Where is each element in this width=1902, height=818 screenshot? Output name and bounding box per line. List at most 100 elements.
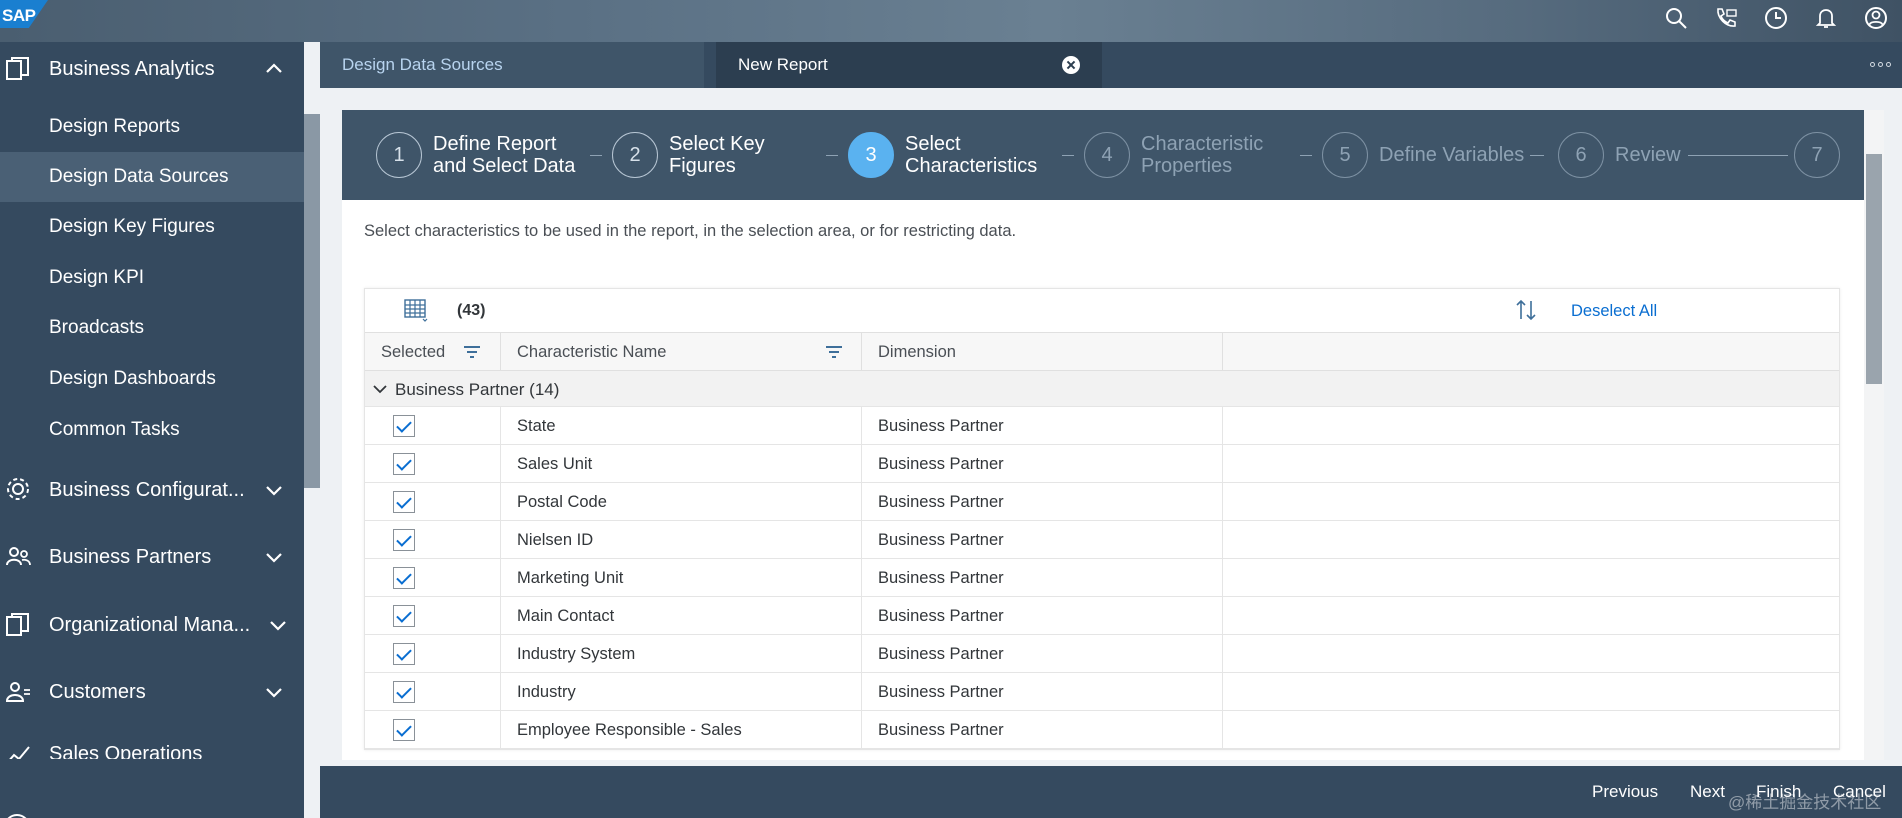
table-row[interactable]: Main Contact Business Partner: [365, 597, 1839, 635]
row-checkbox[interactable]: [393, 567, 415, 589]
selected-cell: [365, 711, 501, 749]
step-label: Review: [1615, 144, 1681, 166]
dimension-cell: Business Partner: [862, 597, 1223, 635]
wizard-step-6[interactable]: 6 Review: [1558, 132, 1681, 178]
next-button[interactable]: Next: [1690, 782, 1725, 802]
row-checkbox[interactable]: [393, 719, 415, 741]
configuration-icon: [7, 478, 29, 500]
name-cell: Sales Unit: [501, 445, 862, 483]
sap-logo[interactable]: SAP: [0, 0, 48, 28]
tab-bar: Design Data Sources New Report: [320, 42, 1902, 88]
row-checkbox[interactable]: [393, 643, 415, 665]
shell-bar: SAP: [0, 0, 1902, 42]
row-checkbox[interactable]: [393, 415, 415, 437]
sidebar-item-design-key-figures[interactable]: Design Key Figures: [0, 202, 304, 252]
filter-icon[interactable]: [463, 345, 481, 359]
table-row[interactable]: Postal Code Business Partner: [365, 483, 1839, 521]
tab-new-report[interactable]: New Report: [716, 42, 1102, 88]
chevron-down-icon[interactable]: [264, 547, 284, 567]
table-row[interactable]: Nielsen ID Business Partner: [365, 521, 1839, 559]
tab-design-data-sources[interactable]: Design Data Sources: [320, 42, 704, 88]
group-row-business-partner[interactable]: Business Partner (14): [365, 371, 1839, 407]
chevron-down-icon[interactable]: [373, 383, 387, 395]
row-checkbox[interactable]: [393, 681, 415, 703]
previous-button[interactable]: Previous: [1592, 782, 1658, 802]
nav-group-business-analytics[interactable]: Business Analytics: [0, 44, 304, 94]
dimension-cell: Business Partner: [862, 559, 1223, 597]
customers-icon: [5, 682, 30, 702]
row-checkbox[interactable]: [393, 453, 415, 475]
dimension-cell: Business Partner: [862, 445, 1223, 483]
name-cell: Industry: [501, 673, 862, 711]
sidebar-item-design-dashboards[interactable]: Design Dashboards: [0, 354, 304, 404]
sidebar-item-common-tasks[interactable]: Common Tasks: [0, 405, 304, 455]
table-row[interactable]: Industry System Business Partner: [365, 635, 1839, 673]
table-row[interactable]: Industry Business Partner: [365, 673, 1839, 711]
dimension-cell: Business Partner: [862, 483, 1223, 521]
chevron-down-icon[interactable]: [268, 615, 288, 635]
table-row[interactable]: State Business Partner: [365, 407, 1839, 445]
more-options-icon[interactable]: [1870, 62, 1892, 70]
name-cell: Employee Responsible - Sales: [501, 711, 862, 749]
deselect-all-button[interactable]: Deselect All: [1571, 302, 1657, 321]
chevron-down-icon[interactable]: [264, 682, 284, 702]
step-number: 7: [1794, 132, 1840, 178]
nav-group-sales-operations[interactable]: Sales Operations: [0, 733, 304, 759]
search-icon[interactable]: [1662, 4, 1690, 32]
sidebar-item-label: Broadcasts: [49, 317, 145, 338]
nav-group-label: Business Configurat...: [49, 478, 245, 501]
nav-group-business-partners[interactable]: Business Partners: [0, 532, 304, 582]
sidebar-item-design-data-sources[interactable]: Design Data Sources: [0, 152, 304, 202]
name-cell: Industry System: [501, 635, 862, 673]
selected-cell: [365, 635, 501, 673]
table-row[interactable]: Sales Unit Business Partner: [365, 445, 1839, 483]
chevron-down-icon[interactable]: [264, 480, 284, 500]
sidebar-item-design-reports[interactable]: Design Reports: [0, 102, 304, 152]
wizard-step-4[interactable]: 4 Characteristic Properties: [1084, 132, 1263, 178]
wizard-step-3[interactable]: 3 Select Characteristics: [848, 132, 1037, 178]
partners-icon: [6, 547, 31, 566]
sidebar-scrollbar[interactable]: [304, 114, 320, 488]
sidebar-item-label: Design KPI: [49, 267, 145, 288]
step-number: 4: [1084, 132, 1130, 178]
step-number: 6: [1558, 132, 1604, 178]
user-icon[interactable]: [1862, 4, 1890, 32]
collapse-navigation-icon[interactable]: [2, 812, 32, 818]
wizard-step-7[interactable]: 7: [1794, 132, 1840, 178]
column-header-dimension[interactable]: Dimension: [862, 333, 1223, 371]
column-header-selected[interactable]: Selected: [365, 333, 501, 371]
close-tab-icon[interactable]: [1062, 56, 1080, 74]
panel-scrollbar-thumb[interactable]: [1866, 154, 1882, 384]
bell-icon[interactable]: [1812, 4, 1840, 32]
row-checkbox[interactable]: [393, 491, 415, 513]
row-checkbox[interactable]: [393, 605, 415, 627]
characteristics-table: (43) Deselect All Selected Characteristi…: [364, 288, 1840, 750]
sidebar-item-design-kpi[interactable]: Design KPI: [0, 253, 304, 303]
sidebar-item-broadcasts[interactable]: Broadcasts: [0, 303, 304, 353]
footer-toolbar: Previous Next Finish Cancel: [320, 766, 1902, 818]
row-checkbox[interactable]: [393, 529, 415, 551]
name-cell: Main Contact: [501, 597, 862, 635]
table-row[interactable]: Marketing Unit Business Partner: [365, 559, 1839, 597]
chevron-up-icon[interactable]: [264, 59, 284, 79]
nav-group-business-configuration[interactable]: Business Configurat...: [0, 465, 304, 515]
step-connector: [1688, 155, 1788, 156]
wizard-step-1[interactable]: 1 Define Report and Select Data: [376, 132, 575, 178]
wizard-step-5[interactable]: 5 Define Variables: [1322, 132, 1524, 178]
column-header-characteristic-name[interactable]: Characteristic Name: [501, 333, 862, 371]
nav-group-customers[interactable]: Customers: [0, 667, 304, 717]
sort-icon[interactable]: [1513, 297, 1539, 323]
table-row[interactable]: Employee Responsible - Sales Business Pa…: [365, 711, 1839, 749]
watermark-text: @稀土掘金技术社区: [1728, 793, 1882, 812]
step-label: Define Variables: [1379, 144, 1525, 166]
tab-label: Design Data Sources: [342, 55, 503, 74]
nav-group-label: Sales Operations: [49, 743, 203, 759]
filter-icon[interactable]: [825, 345, 843, 359]
wizard-step-2[interactable]: 2 Select Key Figures: [612, 132, 765, 178]
sidebar-item-label: Design Key Figures: [49, 216, 215, 237]
nav-group-organizational-management[interactable]: Organizational Mana...: [0, 600, 304, 650]
table-settings-icon[interactable]: [403, 297, 429, 323]
chat-phone-icon[interactable]: [1712, 4, 1740, 32]
report-wizard-panel: 1 Define Report and Select Data 2 Select …: [342, 110, 1884, 760]
clock-icon[interactable]: [1762, 4, 1790, 32]
